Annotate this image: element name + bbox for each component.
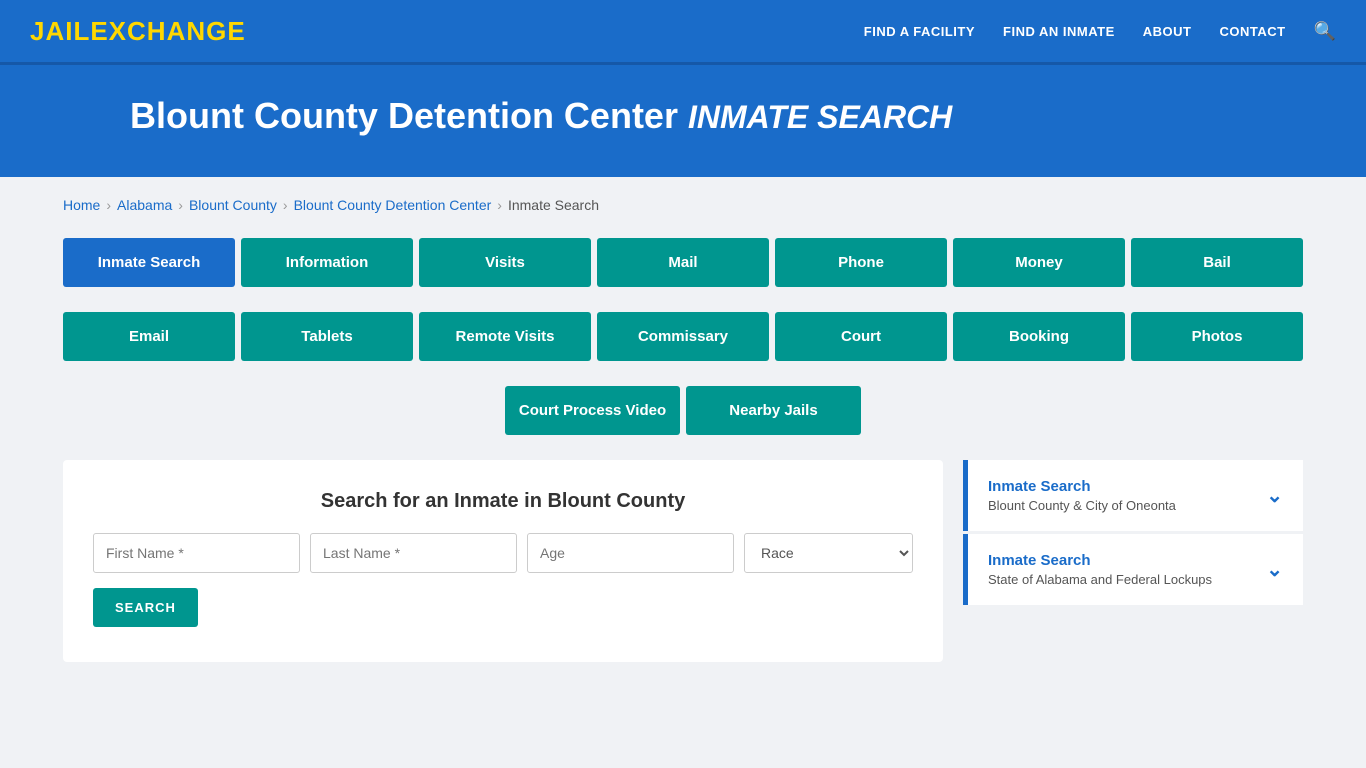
- breadcrumb: Home › Alabama › Blount County › Blount …: [63, 197, 1303, 213]
- chevron-down-icon-1: ⌄: [1266, 483, 1283, 508]
- first-name-input[interactable]: [93, 533, 300, 573]
- navbar: JAILEXCHANGE FIND A FACILITY FIND AN INM…: [0, 0, 1366, 65]
- breadcrumb-facility[interactable]: Blount County Detention Center: [294, 197, 492, 213]
- tab-row-3: Court Process Video Nearby Jails: [63, 386, 1303, 435]
- search-form-title: Search for an Inmate in Blount County: [93, 490, 913, 513]
- nav-find-facility[interactable]: FIND A FACILITY: [864, 24, 975, 39]
- logo-exchange: EXCHANGE: [90, 16, 245, 46]
- tab-commissary[interactable]: Commissary: [597, 312, 769, 361]
- search-button[interactable]: SEARCH: [93, 588, 198, 627]
- nav-about[interactable]: ABOUT: [1143, 24, 1192, 39]
- tab-bail[interactable]: Bail: [1131, 238, 1303, 287]
- sidebar-card-1-title: Inmate Search: [988, 478, 1176, 495]
- tab-mail[interactable]: Mail: [597, 238, 769, 287]
- tab-information[interactable]: Information: [241, 238, 413, 287]
- last-name-input[interactable]: [310, 533, 517, 573]
- page-title: Blount County Detention Center INMATE SE…: [130, 95, 1336, 137]
- sep-4: ›: [497, 197, 502, 213]
- tab-remote-visits[interactable]: Remote Visits: [419, 312, 591, 361]
- search-icon[interactable]: 🔍: [1314, 21, 1336, 42]
- breadcrumb-home[interactable]: Home: [63, 197, 100, 213]
- chevron-down-icon-2: ⌄: [1266, 557, 1283, 582]
- tab-court[interactable]: Court: [775, 312, 947, 361]
- breadcrumb-blount-county[interactable]: Blount County: [189, 197, 277, 213]
- tab-nearby-jails[interactable]: Nearby Jails: [686, 386, 861, 435]
- tab-tablets[interactable]: Tablets: [241, 312, 413, 361]
- breadcrumb-alabama[interactable]: Alabama: [117, 197, 172, 213]
- tab-row-2: Email Tablets Remote Visits Commissary C…: [63, 312, 1303, 361]
- content-area: Search for an Inmate in Blount County Ra…: [63, 460, 1303, 662]
- age-input[interactable]: [527, 533, 734, 573]
- tab-money[interactable]: Money: [953, 238, 1125, 287]
- nav-contact[interactable]: CONTACT: [1219, 24, 1285, 39]
- nav-find-inmate[interactable]: FIND AN INMATE: [1003, 24, 1115, 39]
- search-form-container: Search for an Inmate in Blount County Ra…: [63, 460, 943, 662]
- breadcrumb-current: Inmate Search: [508, 197, 599, 213]
- sidebar-card-2-title: Inmate Search: [988, 552, 1212, 569]
- sidebar-card-1[interactable]: Inmate Search Blount County & City of On…: [963, 460, 1303, 531]
- sep-1: ›: [106, 197, 111, 213]
- sidebar-card-2[interactable]: Inmate Search State of Alabama and Feder…: [963, 534, 1303, 605]
- tab-visits[interactable]: Visits: [419, 238, 591, 287]
- race-select[interactable]: Race White Black Hispanic Asian Other: [744, 533, 913, 573]
- sidebar-card-2-subtitle: State of Alabama and Federal Lockups: [988, 572, 1212, 587]
- site-logo[interactable]: JAILEXCHANGE: [30, 16, 246, 47]
- tab-court-process-video[interactable]: Court Process Video: [505, 386, 680, 435]
- tab-booking[interactable]: Booking: [953, 312, 1125, 361]
- hero-section: Blount County Detention Center INMATE SE…: [0, 65, 1366, 177]
- tab-photos[interactable]: Photos: [1131, 312, 1303, 361]
- tab-row-1: Inmate Search Information Visits Mail Ph…: [63, 238, 1303, 287]
- sidebar-card-1-subtitle: Blount County & City of Oneonta: [988, 498, 1176, 513]
- tab-phone[interactable]: Phone: [775, 238, 947, 287]
- tab-email[interactable]: Email: [63, 312, 235, 361]
- search-fields: Race White Black Hispanic Asian Other: [93, 533, 913, 573]
- sep-3: ›: [283, 197, 288, 213]
- sidebar: Inmate Search Blount County & City of On…: [963, 460, 1303, 605]
- nav-links: FIND A FACILITY FIND AN INMATE ABOUT CON…: [864, 21, 1336, 42]
- tab-inmate-search[interactable]: Inmate Search: [63, 238, 235, 287]
- main-content: Home › Alabama › Blount County › Blount …: [33, 177, 1333, 682]
- logo-jail: JAIL: [30, 16, 90, 46]
- sep-2: ›: [178, 197, 183, 213]
